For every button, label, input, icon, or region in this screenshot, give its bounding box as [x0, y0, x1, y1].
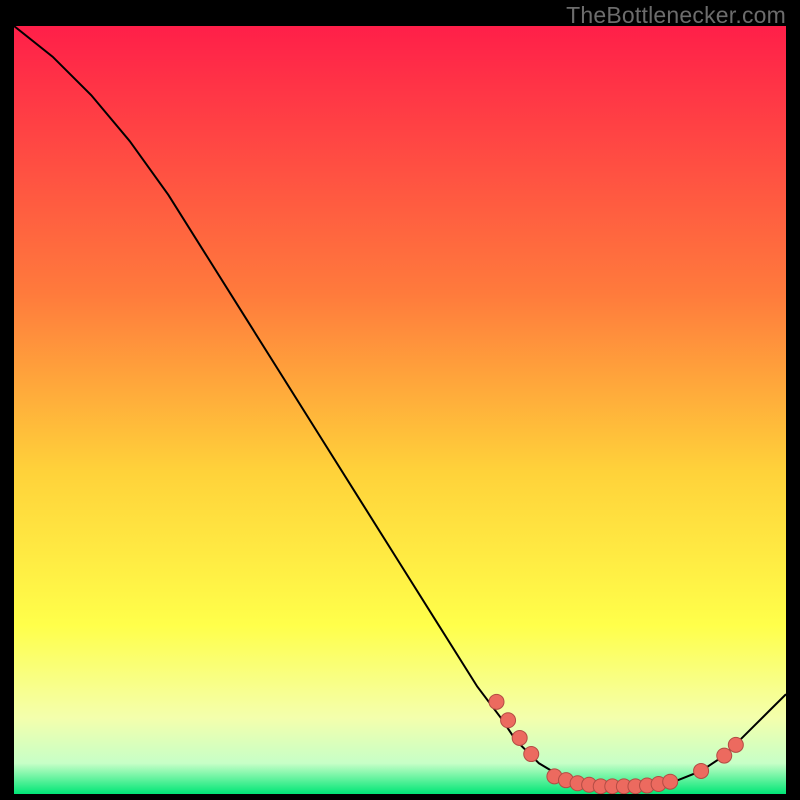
watermark-text: TheBottlenecker.com [566, 2, 786, 29]
data-dot [512, 730, 527, 745]
chart-stage: TheBottlenecker.com [0, 0, 800, 800]
data-dot [663, 774, 678, 789]
data-dot [489, 694, 504, 709]
chart-svg [14, 26, 786, 794]
chart-plot-area [14, 26, 786, 794]
data-dot [728, 737, 743, 752]
data-dot [694, 763, 709, 778]
data-dot [717, 748, 732, 763]
data-dot [501, 713, 516, 728]
data-dot [524, 747, 539, 762]
